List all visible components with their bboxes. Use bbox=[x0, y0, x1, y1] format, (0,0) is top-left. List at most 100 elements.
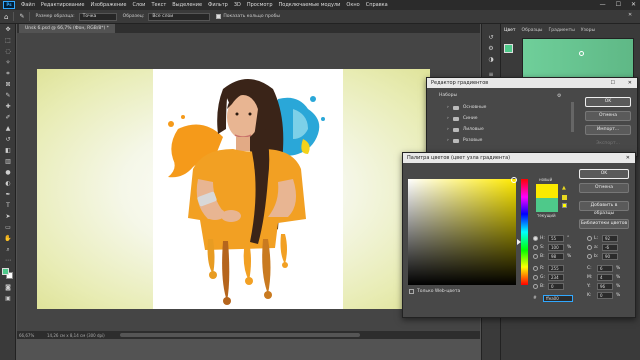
lab-b-radio[interactable] bbox=[587, 254, 592, 259]
saturation-input[interactable]: 100 bbox=[548, 244, 564, 251]
gradient-tool-icon[interactable]: ▥ bbox=[0, 156, 16, 167]
pen-tool-icon[interactable]: ✒ bbox=[0, 189, 16, 200]
adjustments-panel-icon[interactable]: ◑ bbox=[482, 54, 500, 65]
move-tool-icon[interactable]: ✥ bbox=[0, 24, 16, 35]
sample-dropdown[interactable]: Все слои bbox=[148, 12, 211, 21]
history-brush-icon[interactable]: ↺ bbox=[0, 134, 16, 145]
screen-mode-icon[interactable]: ▣ bbox=[0, 293, 16, 304]
lab-a-radio[interactable] bbox=[587, 245, 592, 250]
gradient-editor-minimize-icon[interactable]: ☐ bbox=[611, 78, 615, 88]
red-radio[interactable] bbox=[533, 266, 538, 271]
stamp-tool-icon[interactable]: ▲ bbox=[0, 123, 16, 134]
picker-cancel-button[interactable]: Отмена bbox=[579, 183, 629, 193]
gradient-export-button[interactable]: Экспорт... bbox=[585, 139, 631, 149]
gradient-cancel-button[interactable]: Отмена bbox=[585, 111, 631, 121]
shape-tool-icon[interactable]: ▭ bbox=[0, 222, 16, 233]
menu-file[interactable]: Файл bbox=[21, 2, 35, 8]
yellow-input[interactable]: 96 bbox=[597, 283, 613, 290]
green-radio[interactable] bbox=[533, 275, 538, 280]
blue-input[interactable]: 0 bbox=[548, 283, 564, 290]
menu-select[interactable]: Выделение bbox=[172, 2, 202, 8]
lab-a-input[interactable]: -6 bbox=[602, 244, 618, 251]
quick-select-tool-icon[interactable]: ✧ bbox=[0, 57, 16, 68]
crop-tool-icon[interactable]: ⌗ bbox=[0, 68, 16, 79]
gradient-import-button[interactable]: Импорт... bbox=[585, 125, 631, 135]
presets-gear-icon[interactable]: ⚙ bbox=[557, 93, 561, 99]
lab-l-radio[interactable] bbox=[587, 236, 592, 241]
current-color-swatch[interactable] bbox=[536, 198, 558, 212]
hue-slider[interactable] bbox=[521, 179, 528, 285]
type-tool-icon[interactable]: T bbox=[0, 200, 16, 211]
hand-tool-icon[interactable]: ✋ bbox=[0, 233, 16, 244]
preset-folder-purple[interactable]: › Лиловые bbox=[439, 124, 569, 135]
frame-tool-icon[interactable]: ⊠ bbox=[0, 79, 16, 90]
menu-text[interactable]: Текст bbox=[151, 2, 166, 8]
panel-close-icon[interactable]: ✕ bbox=[628, 12, 632, 18]
tab-patterns[interactable]: Узоры bbox=[581, 28, 595, 33]
dodge-tool-icon[interactable]: ◐ bbox=[0, 178, 16, 189]
cyan-input[interactable]: 6 bbox=[597, 265, 613, 272]
foreground-color-swatch[interactable] bbox=[2, 268, 9, 275]
minimize-button[interactable]: — bbox=[600, 1, 606, 8]
add-to-swatches-button[interactable]: Добавить в образцы bbox=[579, 201, 629, 216]
menu-layers[interactable]: Слои bbox=[132, 2, 145, 8]
color-panel-fg-swatch[interactable] bbox=[504, 44, 513, 53]
horizontal-scrollbar[interactable] bbox=[120, 333, 360, 337]
presets-scrollbar[interactable] bbox=[571, 102, 574, 132]
eraser-tool-icon[interactable]: ◧ bbox=[0, 145, 16, 156]
blur-tool-icon[interactable]: ● bbox=[0, 167, 16, 178]
menu-window[interactable]: Окно bbox=[346, 2, 359, 8]
close-button[interactable]: ✕ bbox=[631, 1, 636, 8]
hue-radio[interactable] bbox=[533, 236, 538, 241]
lasso-tool-icon[interactable]: ◌ bbox=[0, 46, 16, 57]
menu-view[interactable]: Просмотр bbox=[247, 2, 273, 8]
path-select-icon[interactable]: ➤ bbox=[0, 211, 16, 222]
zoom-level[interactable]: 66,67% bbox=[19, 333, 41, 338]
color-libraries-button[interactable]: Библиотеки цветов bbox=[579, 219, 629, 229]
properties-panel-icon[interactable]: ⚙ bbox=[482, 43, 500, 54]
saturation-brightness-field[interactable] bbox=[408, 179, 516, 285]
history-panel-icon[interactable]: ↺ bbox=[482, 32, 500, 43]
menu-3d[interactable]: 3D bbox=[234, 2, 241, 8]
magenta-input[interactable]: 4 bbox=[597, 274, 613, 281]
gradient-ok-button[interactable]: OK bbox=[585, 97, 631, 107]
preset-folder-basic[interactable]: › Основные bbox=[439, 102, 569, 113]
blue-radio[interactable] bbox=[533, 284, 538, 289]
eyedropper-icon[interactable]: ✎ bbox=[0, 90, 16, 101]
menu-image[interactable]: Изображение bbox=[90, 2, 126, 8]
color-picker-close-icon[interactable]: ✕ bbox=[626, 153, 630, 163]
web-safe-warning-icon[interactable] bbox=[562, 195, 567, 200]
sample-size-dropdown[interactable]: Точка bbox=[78, 12, 117, 21]
more-tools-icon[interactable]: ⋯ bbox=[0, 255, 16, 266]
tab-gradients[interactable]: Градиенты bbox=[549, 28, 575, 33]
menu-edit[interactable]: Редактирование bbox=[41, 2, 85, 8]
document-tab[interactable]: Unsk 6.psd @ 66,7% (Фон, RGB/8*) * bbox=[19, 24, 115, 33]
brightness-input[interactable]: 98 bbox=[548, 253, 564, 260]
hue-slider-marker[interactable] bbox=[517, 239, 521, 245]
eyedropper-tool-icon[interactable]: ✎ bbox=[19, 13, 24, 20]
saturation-radio[interactable] bbox=[533, 245, 538, 250]
brush-tool-icon[interactable]: ✐ bbox=[0, 112, 16, 123]
preset-folder-pink[interactable]: › Розовые bbox=[439, 135, 569, 146]
green-input[interactable]: 234 bbox=[548, 274, 564, 281]
quick-mask-icon[interactable]: ◙ bbox=[0, 282, 16, 293]
brightness-radio[interactable] bbox=[533, 254, 538, 259]
tab-swatches[interactable]: Образцы bbox=[522, 28, 543, 33]
home-icon[interactable]: ⌂ bbox=[4, 13, 8, 21]
maximize-button[interactable]: ☐ bbox=[616, 1, 621, 8]
menu-help[interactable]: Справка bbox=[366, 2, 388, 8]
hex-input[interactable]: ffea00 bbox=[543, 295, 573, 302]
healing-brush-icon[interactable]: ✚ bbox=[0, 101, 16, 112]
picker-ok-button[interactable]: OK bbox=[579, 169, 629, 179]
color-wheel-field[interactable] bbox=[522, 38, 634, 78]
red-input[interactable]: 255 bbox=[548, 265, 564, 272]
gradient-editor-close-icon[interactable]: ✕ bbox=[628, 78, 632, 88]
hue-input[interactable]: 55 bbox=[548, 235, 564, 242]
web-safe-color-chip[interactable] bbox=[562, 203, 567, 208]
preset-folder-blue[interactable]: › Синие bbox=[439, 113, 569, 124]
lab-b-input[interactable]: 90 bbox=[602, 253, 618, 260]
color-swatches[interactable] bbox=[0, 266, 16, 282]
web-colors-only-checkbox[interactable] bbox=[409, 289, 414, 294]
menu-filter[interactable]: Фильтр bbox=[208, 2, 228, 8]
marquee-tool-icon[interactable]: ⬚ bbox=[0, 35, 16, 46]
